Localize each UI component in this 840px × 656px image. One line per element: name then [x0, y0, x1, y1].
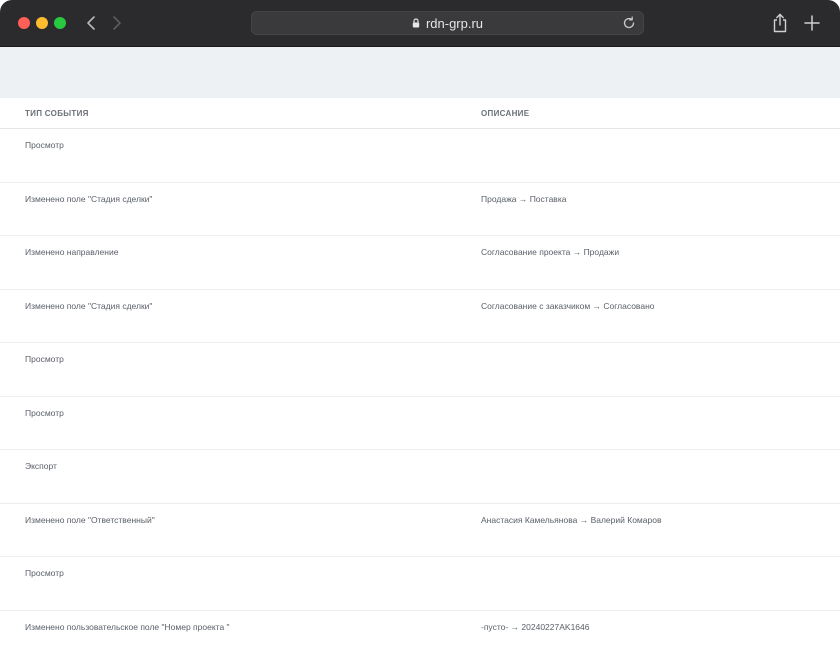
event-type-cell: Просмотр	[25, 140, 64, 150]
description-cell: Согласование проекта → Продажи	[481, 247, 620, 257]
plus-icon[interactable]	[802, 13, 822, 33]
table-row[interactable]: Изменено поле "Стадия сделки" Продажа → П…	[0, 183, 840, 236]
event-type-cell: Экспорт	[25, 461, 57, 471]
minimize-window-button[interactable]	[36, 17, 48, 29]
table-row[interactable]: Просмотр	[0, 557, 840, 611]
title-bar: rdn-grp.ru	[0, 0, 840, 47]
event-type-cell: Изменено поле "Стадия сделки"	[25, 300, 153, 311]
back-button[interactable]	[80, 12, 102, 34]
reload-icon[interactable]	[622, 16, 636, 30]
table-row[interactable]: Изменено поле "Ответственный" Анастасия К…	[0, 504, 840, 557]
description-cell: Продажа → Поставка	[481, 193, 567, 204]
event-type-cell: Изменено поле "Ответственный"	[25, 514, 155, 525]
event-type-cell: Изменено пользовательское поле "Номер пр…	[25, 621, 230, 632]
table-header: Тип события Описание	[0, 98, 840, 129]
event-type-cell: Просмотр	[25, 407, 64, 418]
table-row[interactable]: Просмотр	[0, 129, 840, 183]
forward-button[interactable]	[106, 12, 128, 34]
url-text: rdn-grp.ru	[425, 15, 484, 31]
table-body: Просмотр Изменено поле "Стадия сделки" Про…	[0, 129, 840, 656]
description-cell: -пусто- → 20240227AK1646	[481, 621, 590, 632]
description-cell: Согласование с заказчиком → Согласовано	[481, 300, 655, 311]
event-type-cell: Изменено поле "Стадия сделки"	[25, 193, 153, 204]
browser-window: rdn-grp.ru Тип события Описание Просмотр…	[0, 0, 840, 656]
description-cell: Анастасия Камельянова → Валерий Комаров	[481, 514, 662, 525]
table-row[interactable]: Изменено направление Согласование проекта…	[0, 236, 840, 290]
share-icon[interactable]	[770, 12, 790, 34]
table-row[interactable]: Просмотр	[0, 343, 840, 397]
event-type-cell: Изменено направление	[25, 247, 119, 257]
maximize-window-button[interactable]	[54, 17, 66, 29]
event-history-table: Тип события Описание Просмотр Изменено по…	[0, 98, 840, 656]
header-description: Описание	[481, 109, 530, 118]
table-row[interactable]: Изменено поле "Стадия сделки" Согласовани…	[0, 290, 840, 343]
close-window-button[interactable]	[18, 17, 30, 29]
table-row[interactable]: Изменено пользовательское поле "Номер пр…	[0, 611, 840, 656]
lock-icon	[412, 18, 420, 28]
event-type-cell: Просмотр	[25, 568, 64, 578]
table-row[interactable]: Просмотр	[0, 397, 840, 450]
address-bar[interactable]: rdn-grp.ru	[251, 11, 644, 35]
chevron-right-icon	[113, 16, 121, 30]
table-row[interactable]: Экспорт	[0, 450, 840, 504]
header-event-type: Тип события	[25, 109, 89, 118]
chevron-left-icon	[87, 16, 95, 30]
event-type-cell: Просмотр	[25, 354, 64, 364]
page-header-area	[0, 47, 840, 98]
